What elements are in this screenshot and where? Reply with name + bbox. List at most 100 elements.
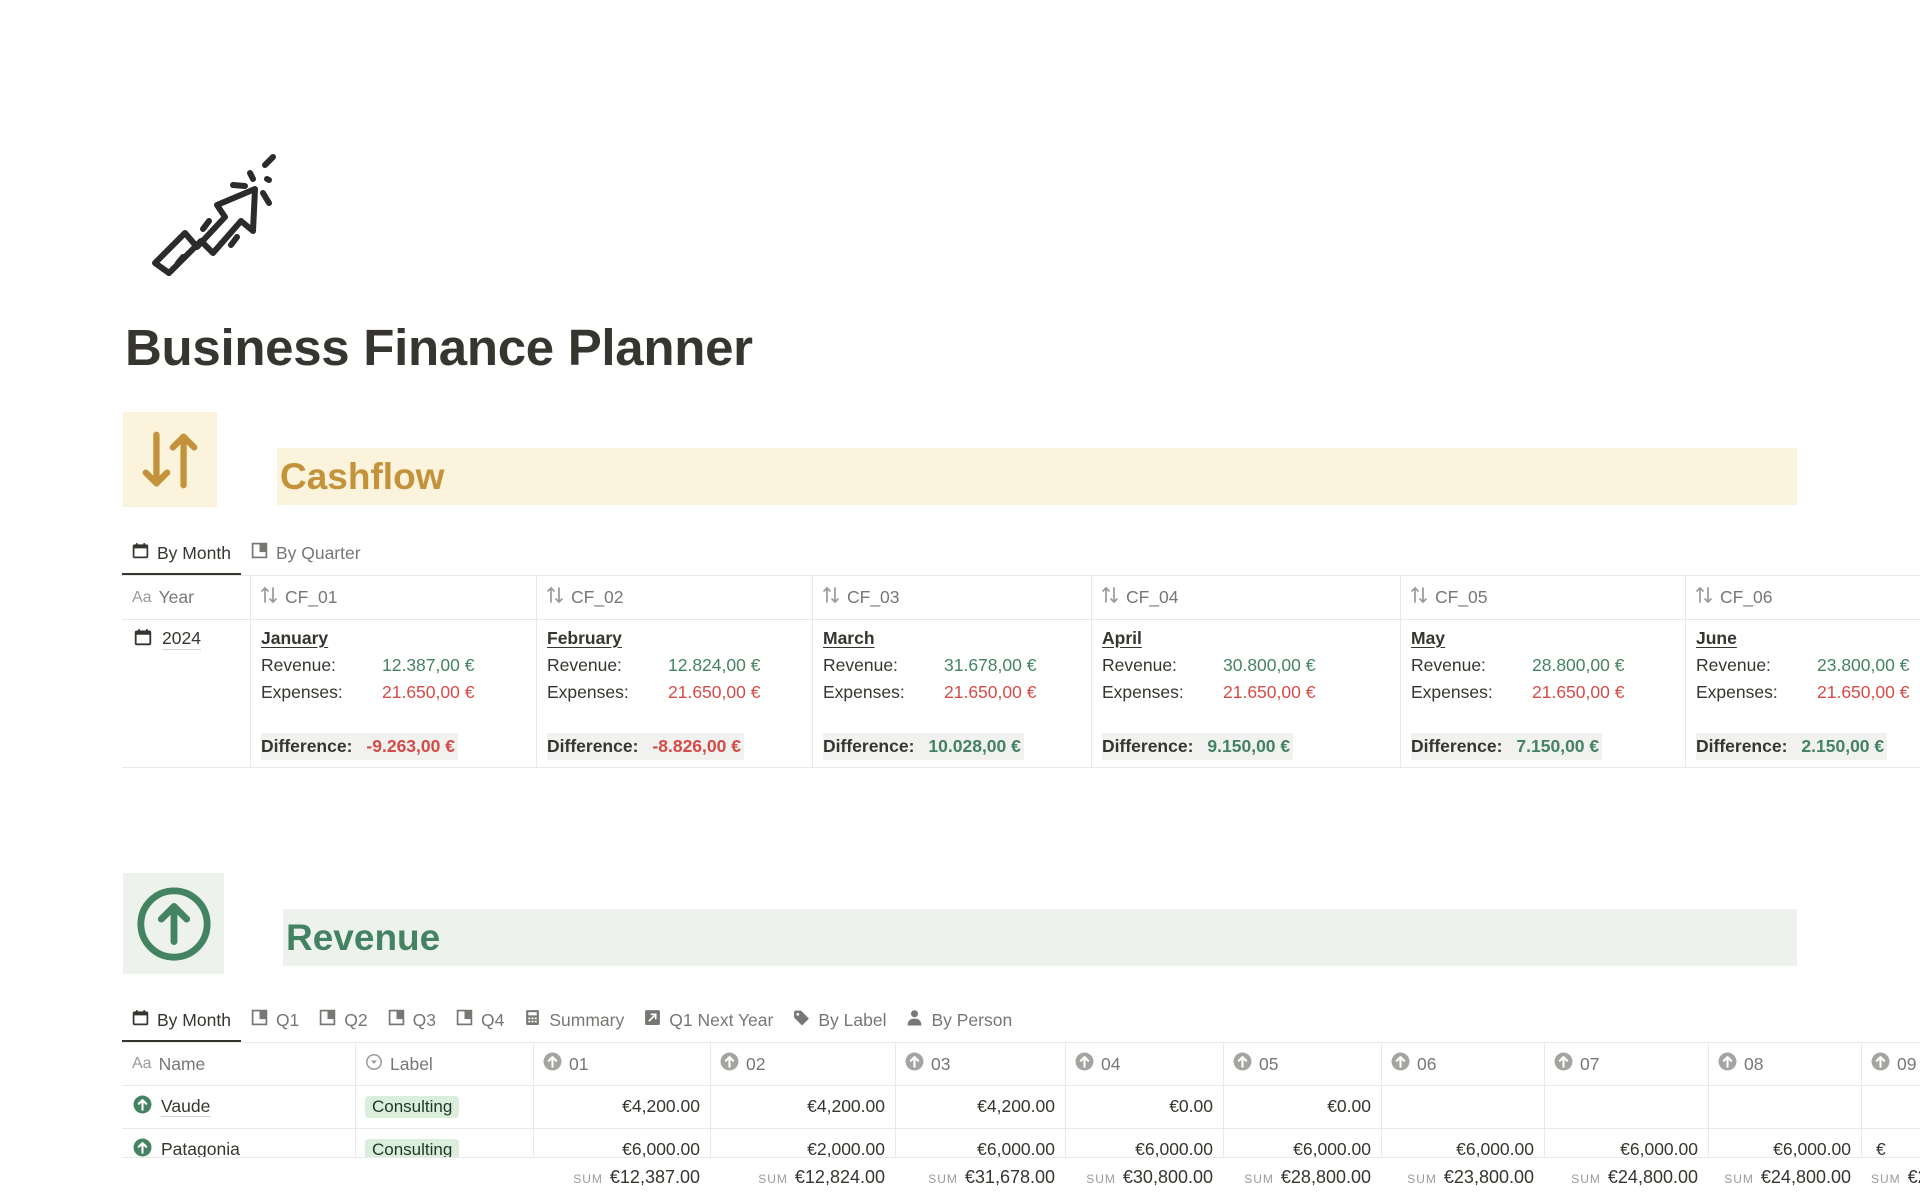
up-down-arrows-icon: [1695, 586, 1713, 609]
value-cell[interactable]: [1544, 1085, 1708, 1128]
column-header-label[interactable]: Label: [355, 1043, 433, 1085]
column-header-02[interactable]: 02: [710, 1043, 765, 1085]
column-header-cf02[interactable]: CF_02: [536, 576, 624, 619]
value-cell[interactable]: €0.00: [1223, 1085, 1381, 1128]
tab-q3[interactable]: Q3: [378, 998, 446, 1042]
sum-cell[interactable]: SUM €28,800.00: [1223, 1167, 1381, 1188]
value-cell[interactable]: €4,200.00: [533, 1085, 710, 1128]
column-header-03[interactable]: 03: [895, 1043, 950, 1085]
board-icon: [456, 1009, 473, 1031]
value-cell[interactable]: €0.00: [1065, 1085, 1223, 1128]
tab-q1-next-year[interactable]: Q1 Next Year: [634, 998, 783, 1042]
sum-cell[interactable]: SUM €31,678.00: [895, 1167, 1065, 1188]
divider: [122, 619, 1920, 620]
column-header-name[interactable]: Aa Name: [122, 1043, 205, 1085]
label-cell[interactable]: Consulting: [355, 1128, 460, 1157]
column-header-05[interactable]: 05: [1223, 1043, 1278, 1085]
person-icon: [906, 1009, 923, 1031]
label-tag: Consulting: [365, 1095, 460, 1118]
tab-summary[interactable]: Summary: [514, 998, 634, 1042]
board-icon: [251, 542, 268, 564]
cashflow-view-tabs: By Month By Quarter: [122, 531, 371, 575]
tab-q4[interactable]: Q4: [446, 998, 514, 1042]
arrow-up-circle-icon: [1391, 1052, 1410, 1076]
calendar-icon: [134, 628, 152, 651]
sum-cell[interactable]: SUM €12,387.00: [533, 1167, 710, 1188]
column-header-cf04[interactable]: CF_04: [1091, 576, 1179, 619]
tab-q2[interactable]: Q2: [309, 998, 377, 1042]
tab-by-label[interactable]: By Label: [783, 998, 896, 1042]
month-name: April: [1102, 628, 1142, 648]
value-cell[interactable]: [1708, 1085, 1861, 1128]
board-icon: [319, 1009, 336, 1031]
sum-cell[interactable]: SUM €24,800.00: [1708, 1167, 1861, 1188]
arrow-up-circle-icon: [1075, 1052, 1094, 1076]
up-down-arrows-icon: [546, 586, 564, 609]
cashflow-month-cell[interactable]: June Revenue: 23.800,00 € Expenses: 21.650…: [1696, 625, 1909, 760]
value-cell[interactable]: €4,200.00: [710, 1085, 895, 1128]
sum-cell[interactable]: SUM €12,824.00: [710, 1167, 895, 1188]
cashflow-month-cell[interactable]: March Revenue: 31.678,00 € Expenses: 21.65…: [823, 625, 1036, 760]
tab-by-quarter[interactable]: By Quarter: [241, 531, 371, 575]
tab-by-month[interactable]: By Month: [122, 998, 241, 1042]
up-down-arrows-icon: [260, 586, 278, 609]
value-cell[interactable]: [1381, 1085, 1544, 1128]
tab-q1[interactable]: Q1: [241, 998, 309, 1042]
column-header-09[interactable]: 09: [1861, 1043, 1916, 1085]
value-cell[interactable]: €4,200.00: [895, 1085, 1065, 1128]
up-down-arrows-icon: [822, 586, 840, 609]
column-header-cf01[interactable]: CF_01: [250, 576, 338, 619]
column-header-cf06[interactable]: CF_06: [1685, 576, 1773, 619]
tab-by-month[interactable]: By Month: [122, 531, 241, 575]
sum-cell[interactable]: SUM €24,800.00: [1544, 1167, 1708, 1188]
column-header-08[interactable]: 08: [1708, 1043, 1763, 1085]
table-row-name[interactable]: Vaude: [122, 1085, 211, 1128]
value-cell[interactable]: €2,000.00: [710, 1128, 895, 1157]
value-cell[interactable]: [1861, 1085, 1920, 1128]
column-header-01[interactable]: 01: [533, 1043, 588, 1085]
revenue-value: 12.824,00 €: [668, 655, 761, 675]
rising-arrow-icon: [145, 145, 285, 280]
tab-by-person[interactable]: By Person: [896, 998, 1022, 1042]
cashflow-month-cell[interactable]: April Revenue: 30.800,00 € Expenses: 21.65…: [1102, 625, 1315, 760]
revenue-rows: Vaude Consulting €4,200.00 €4,200.00 €4,…: [0, 1085, 1920, 1157]
value-cell[interactable]: €6,000.00: [1065, 1128, 1223, 1157]
sum-cell[interactable]: SUM €30,800.00: [1065, 1167, 1223, 1188]
expenses-value: 21.650,00 €: [944, 682, 1037, 702]
cashflow-month-cell[interactable]: May Revenue: 28.800,00 € Expenses: 21.650,…: [1411, 625, 1624, 760]
column-header-04[interactable]: 04: [1065, 1043, 1120, 1085]
column-header-06[interactable]: 06: [1381, 1043, 1436, 1085]
cashflow-month-cell[interactable]: February Revenue: 12.824,00 € Expenses: 21…: [547, 625, 760, 760]
difference-value: 10.028,00 €: [928, 736, 1021, 756]
select-icon: [365, 1053, 383, 1076]
arrow-up-circle-icon: [1233, 1052, 1252, 1076]
value-cell[interactable]: €: [1876, 1128, 1886, 1157]
month-name: January: [261, 628, 329, 648]
arrow-up-circle-icon: [133, 1095, 152, 1119]
value-cell[interactable]: €6,000.00: [895, 1128, 1065, 1157]
month-name: June: [1696, 628, 1737, 648]
value-cell[interactable]: €6,000.00: [1223, 1128, 1381, 1157]
cashflow-month-cell[interactable]: January Revenue: 12.387,00 € Expenses: 21.…: [261, 625, 474, 760]
month-name: May: [1411, 628, 1446, 648]
value-cell[interactable]: €6,000.00: [1381, 1128, 1544, 1157]
month-name: March: [823, 628, 875, 648]
text-icon: Aa: [132, 1055, 152, 1072]
sum-cell[interactable]: SUM€2: [1861, 1167, 1920, 1188]
year-cell[interactable]: 2024: [134, 628, 201, 651]
column-header-07[interactable]: 07: [1544, 1043, 1599, 1085]
label-cell[interactable]: Consulting: [355, 1085, 460, 1128]
sum-cell[interactable]: SUM €23,800.00: [1381, 1167, 1544, 1188]
column-header-year[interactable]: Aa Year: [122, 576, 250, 619]
value-cell[interactable]: €6,000.00: [1544, 1128, 1708, 1157]
table-row-name[interactable]: Patagonia: [122, 1128, 240, 1157]
up-down-arrows-icon: [1101, 586, 1119, 609]
column-header-cf03[interactable]: CF_03: [812, 576, 900, 619]
tag-icon: [793, 1009, 810, 1031]
value-cell[interactable]: €6,000.00: [533, 1128, 710, 1157]
arrow-up-circle-icon: [133, 1138, 152, 1158]
value-cell[interactable]: €6,000.00: [1708, 1128, 1861, 1157]
board-icon: [251, 1009, 268, 1031]
column-header-cf05[interactable]: CF_05: [1400, 576, 1488, 619]
calculator-icon: [524, 1009, 541, 1031]
